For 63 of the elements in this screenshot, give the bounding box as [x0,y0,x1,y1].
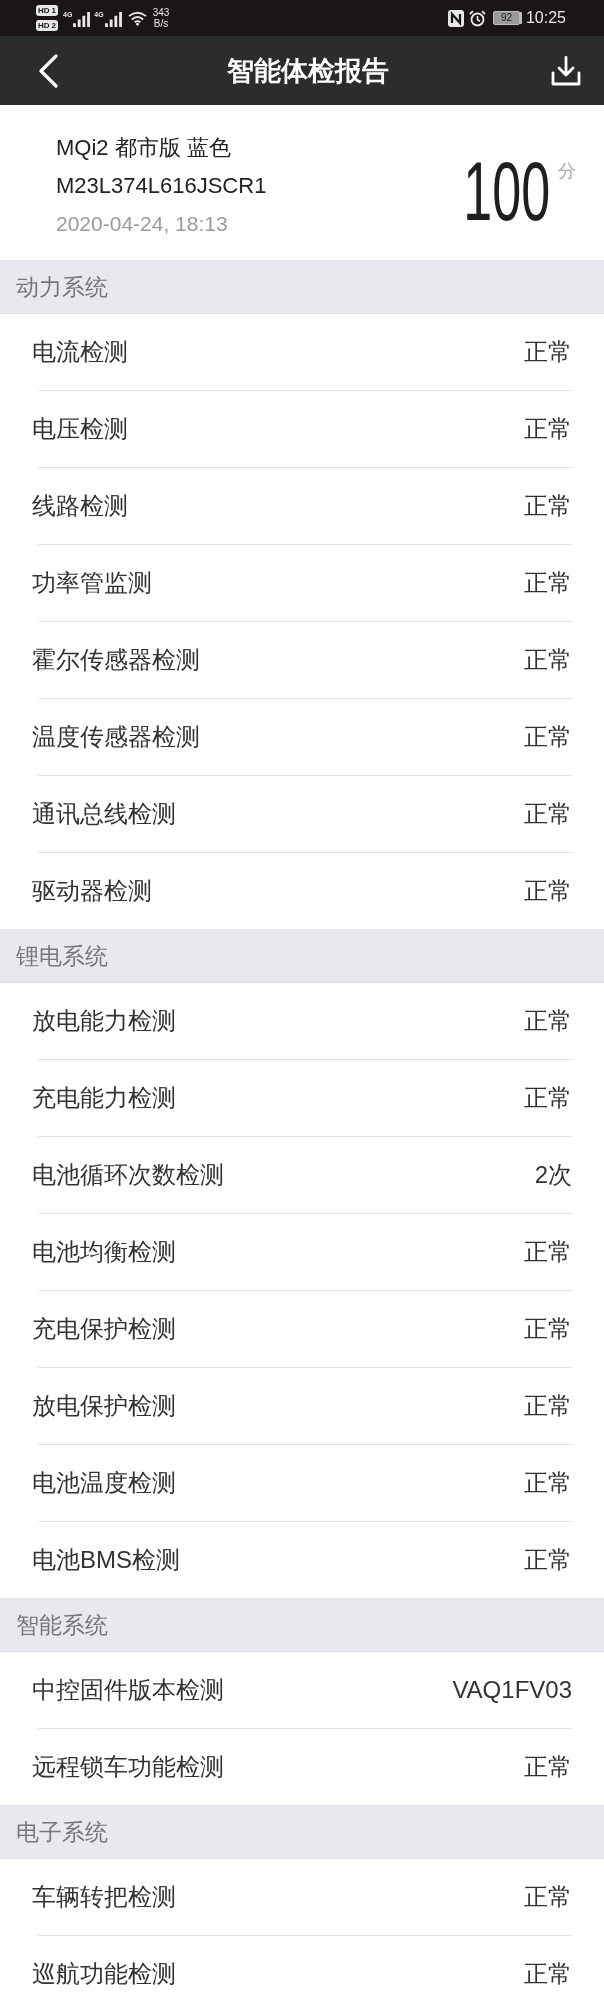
check-result: 正常 [524,1752,572,1782]
signal-icon [104,12,122,27]
check-result: VAQ1FV03 [452,1676,572,1704]
chevron-left-icon [38,53,58,88]
section-header: 动力系统 [0,260,604,314]
score-unit: 分 [558,160,576,183]
download-icon [551,55,581,86]
check-result: 正常 [524,1391,572,1421]
health-score: 100 [463,149,550,233]
check-name: 中控固件版本检测 [32,1675,224,1705]
page-title: 智能体检报告 [226,54,389,88]
check-result: 正常 [524,1006,572,1036]
check-result: 正常 [524,568,572,598]
section-header: 锂电系统 [0,929,604,983]
battery-indicator: 92 [492,11,520,25]
check-name: 通讯总线检测 [32,799,176,829]
sim-badge: HD 2 [36,20,58,31]
check-name: 霍尔传感器检测 [32,645,200,675]
check-result: 正常 [524,1959,572,1989]
sim-badge: HD 1 [36,5,58,16]
vehicle-model: MQi2 都市版 蓝色 [56,134,232,162]
check-name: 充电保护检测 [32,1314,176,1344]
vehicle-serial: M23L374L616JSCR1 [56,172,267,200]
check-result: 正常 [524,876,572,906]
clock-time: 10:25 [525,9,566,27]
check-result: 正常 [524,799,572,829]
check-name: 电池循环次数检测 [32,1160,224,1190]
check-result: 正常 [524,414,572,444]
check-result: 正常 [524,722,572,752]
check-name: 电池BMS检测 [32,1545,180,1575]
check-result: 正常 [524,1545,572,1575]
section-header: 智能系统 [0,1598,604,1652]
check-result: 正常 [524,1882,572,1912]
check-result: 2次 [534,1160,572,1190]
check-name: 充电能力检测 [32,1083,176,1113]
network-speed-value: 343 [152,7,170,18]
check-result: 正常 [524,1468,572,1498]
check-name: 电流检测 [32,337,128,367]
section-header: 电子系统 [0,1805,604,1859]
check-name: 电压检测 [32,414,128,444]
check-name: 电池温度检测 [32,1468,176,1498]
check-name: 功率管监测 [32,568,152,598]
nfc-icon [447,9,464,27]
check-result: 正常 [524,491,572,521]
check-result: 正常 [524,1314,572,1344]
check-name: 远程锁车功能检测 [32,1752,224,1782]
signal-icon [73,12,91,27]
check-result: 正常 [524,645,572,675]
check-name: 巡航功能检测 [32,1959,176,1989]
check-name: 温度传感器检测 [32,722,200,752]
check-result: 正常 [524,337,572,367]
check-name: 放电能力检测 [32,1006,176,1036]
check-name: 放电保护检测 [32,1391,176,1421]
alarm-icon [468,9,486,27]
check-name: 电池均衡检测 [32,1237,176,1267]
check-result: 正常 [524,1237,572,1267]
check-name: 驱动器检测 [32,876,152,906]
network-speed-unit: B/s [153,18,169,29]
check-name: 线路检测 [32,491,128,521]
check-name: 车辆转把检测 [32,1882,176,1912]
report-timestamp: 2020-04-24, 18:13 [56,211,229,237]
wifi-icon [127,10,147,26]
check-result: 正常 [524,1083,572,1113]
